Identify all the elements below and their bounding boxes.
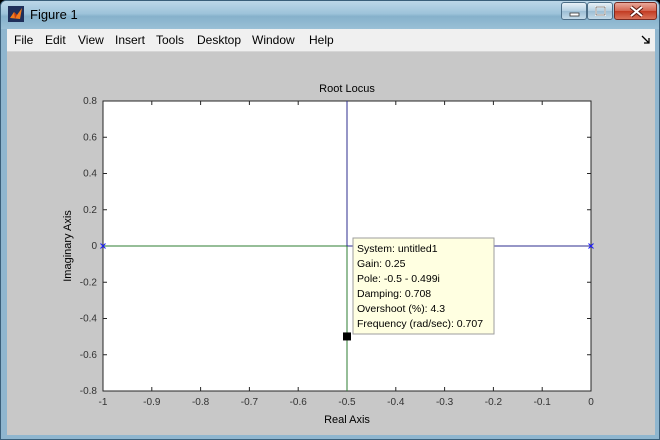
- menu-view[interactable]: View: [78, 33, 104, 47]
- x-tick-label: -0.7: [241, 397, 259, 408]
- y-tick-label: -0.8: [80, 386, 98, 397]
- datatip-line: Damping: 0.708: [357, 288, 431, 300]
- x-tick-label: -0.4: [387, 397, 405, 408]
- window-title: Figure 1: [30, 7, 78, 22]
- datatip-line: Gain: 0.25: [357, 258, 406, 270]
- datatip-marker[interactable]: [343, 332, 351, 341]
- menu-edit[interactable]: Edit: [45, 33, 66, 47]
- datatip-line: System: untitled1: [357, 243, 438, 255]
- x-tick-label: -0.2: [485, 397, 503, 408]
- matlab-icon: [8, 6, 24, 22]
- datatip-line: Frequency (rad/sec): 0.707: [357, 318, 483, 330]
- close-icon: [629, 5, 644, 18]
- figure-window: Figure 1 File Edit View Insert Tools Des…: [0, 0, 660, 440]
- y-tick-label: -0.4: [80, 314, 98, 325]
- y-tick-label: 0.8: [83, 96, 97, 107]
- x-tick-label: 0: [588, 397, 594, 408]
- x-tick-label: -0.5: [338, 397, 356, 408]
- y-tick-label: 0.2: [83, 205, 97, 216]
- maximize-button[interactable]: [587, 2, 613, 20]
- minimize-button[interactable]: [561, 2, 587, 20]
- x-tick-label: -0.1: [534, 397, 552, 408]
- y-axis-label: Imaginary Axis: [62, 210, 74, 282]
- menu-tools[interactable]: Tools: [156, 33, 184, 47]
- menu-window[interactable]: Window: [252, 33, 295, 47]
- x-tick-label: -0.8: [192, 397, 210, 408]
- menu-insert[interactable]: Insert: [115, 33, 145, 47]
- menu-help[interactable]: Help: [309, 33, 334, 47]
- menu-file[interactable]: File: [14, 33, 33, 47]
- datatip-line: Overshoot (%): 4.3: [357, 303, 445, 315]
- root-locus-plot: Root Locus Real Axis Imaginary Axis -1 -0…: [62, 83, 594, 426]
- x-tick-label: -1: [99, 397, 108, 408]
- x-tick-label: -0.9: [143, 397, 161, 408]
- minimize-icon: [569, 12, 580, 17]
- title-bar[interactable]: Figure 1: [1, 1, 659, 29]
- menu-bar: File Edit View Insert Tools Desktop Wind…: [7, 29, 655, 52]
- y-tick-label: 0: [91, 241, 97, 252]
- x-tick-label: -0.6: [290, 397, 308, 408]
- y-tick-label: 0.6: [83, 132, 97, 143]
- y-tick-label: 0.4: [83, 169, 97, 180]
- datatip-line: Pole: -0.5 - 0.499i: [357, 273, 440, 285]
- maximize-icon: [595, 6, 606, 16]
- y-tick-label: -0.6: [80, 350, 98, 361]
- close-button[interactable]: [614, 2, 657, 20]
- dock-arrow-icon[interactable]: [641, 35, 651, 45]
- y-tick-label: -0.2: [80, 277, 98, 288]
- x-axis-label: Real Axis: [324, 414, 370, 426]
- figure-canvas: Root Locus Real Axis Imaginary Axis -1 -0…: [7, 52, 655, 435]
- chart-title: Root Locus: [319, 83, 375, 95]
- x-tick-label: -0.3: [436, 397, 454, 408]
- menu-desktop[interactable]: Desktop: [197, 33, 241, 47]
